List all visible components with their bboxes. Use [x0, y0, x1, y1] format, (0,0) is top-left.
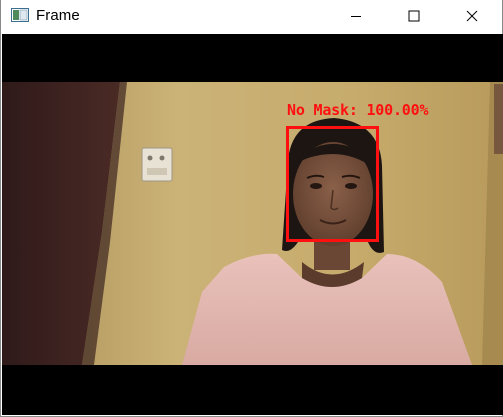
minimize-icon — [350, 10, 362, 22]
title-bar[interactable]: Frame — [1, 0, 502, 33]
app-window: Frame No Mask: 100.00% — [0, 0, 503, 417]
close-icon — [466, 10, 478, 22]
window-title: Frame — [36, 7, 80, 24]
maximize-icon — [408, 10, 420, 22]
minimize-button[interactable] — [333, 0, 379, 32]
camera-image — [2, 82, 503, 365]
detection-label: No Mask: 100.00% — [287, 101, 429, 119]
frame-app-icon — [11, 8, 29, 22]
maximize-button[interactable] — [391, 0, 437, 32]
video-frame: No Mask: 100.00% — [2, 34, 503, 415]
close-button[interactable] — [449, 0, 495, 32]
face-bounding-box — [286, 126, 379, 242]
